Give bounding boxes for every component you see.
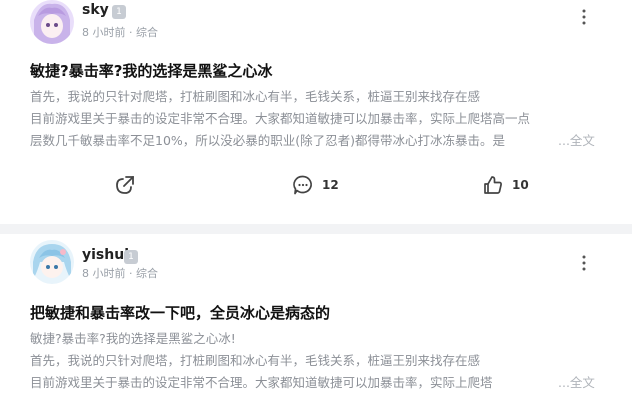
like-button[interactable]: 10	[482, 170, 529, 200]
share-icon	[116, 176, 134, 194]
more-options-button[interactable]	[574, 7, 594, 27]
post-excerpt-line: 敏捷?暴击率?我的选择是黑鲨之心冰!	[30, 331, 236, 346]
post-title[interactable]: 把敏捷和暴击率改一下吧，全员冰心是病态的	[30, 302, 330, 323]
post-section[interactable]: · 综合	[129, 26, 158, 39]
post-card[interactable]: yishul 1 8 小时前 · 综合 把敏捷和暴击率改一下吧，全员冰心是病态的…	[0, 234, 632, 401]
comment-icon	[293, 175, 312, 195]
comment-button[interactable]: 12	[292, 170, 339, 200]
author-name[interactable]: yishul	[82, 247, 129, 263]
level-badge: 1	[124, 250, 138, 264]
post-time: 8 小时前	[82, 267, 126, 280]
post-meta: 8 小时前 · 综合	[82, 24, 158, 40]
post-excerpt-line: 层数几千敏暴击率不足10%，所以没必暴的职业(除了忍者)都得带冰心打冰冻暴击。是	[30, 133, 506, 148]
author-name[interactable]: sky	[82, 2, 109, 18]
post-title[interactable]: 敏捷?暴击率?我的选择是黑鲨之心冰	[30, 60, 272, 81]
comment-count: 12	[322, 178, 339, 192]
avatar[interactable]	[30, 0, 74, 44]
post-meta: 8 小时前 · 综合	[82, 265, 158, 281]
thumbs-up-icon	[484, 176, 502, 194]
post-excerpt-line: 目前游戏里关于暴击的设定非常不合理。大家都知道敏捷可以加暴击率，实际上爬塔	[30, 375, 493, 390]
read-more-link[interactable]: ...全文	[558, 130, 604, 149]
post-card[interactable]: sky 1 8 小时前 · 综合 敏捷?暴击率?我的选择是黑鲨之心冰 首先，我说…	[0, 0, 632, 224]
level-badge: 1	[112, 5, 126, 19]
more-vertical-icon	[582, 255, 586, 271]
like-count: 10	[512, 178, 529, 192]
post-excerpt-line: 首先，我说的只针对爬塔，打桩刷图和冰心有半，毛钱关系，桩逼王别来找存在感	[30, 89, 481, 104]
avatar[interactable]	[30, 240, 74, 284]
more-options-button[interactable]	[574, 253, 594, 273]
post-time: 8 小时前	[82, 26, 126, 39]
post-excerpt-line: 目前游戏里关于暴击的设定非常不合理。大家都知道敏捷可以加暴击率，实际上爬塔高一点	[30, 111, 531, 126]
post-section[interactable]: · 综合	[129, 267, 158, 280]
more-vertical-icon	[582, 9, 586, 25]
post-actions: 12 10	[0, 170, 632, 200]
feed-divider	[0, 224, 632, 234]
post-excerpt-line: 首先，我说的只针对爬塔，打桩刷图和冰心有半，毛钱关系，桩逼王别来找存在感	[30, 353, 481, 368]
share-button[interactable]	[114, 170, 136, 200]
read-more-link[interactable]: ...全文	[558, 372, 604, 391]
